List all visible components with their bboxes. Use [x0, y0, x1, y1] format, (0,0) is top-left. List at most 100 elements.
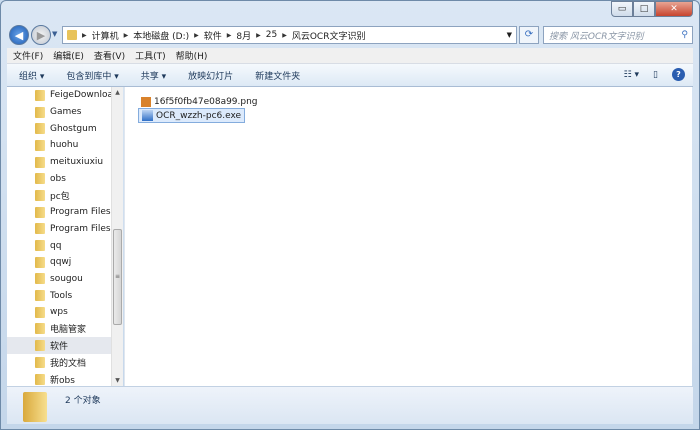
- navigation-pane: FeigeDownloa Games Ghostgum huohu meituxiuxi…: [7, 87, 123, 386]
- search-placeholder: 搜索 风云OCR文字识别: [549, 31, 644, 42]
- file-list: 16f5f0fb47e08a99.png OCR_wzzh-pc6.exe: [124, 87, 692, 386]
- nav-item-label: qq: [50, 240, 62, 251]
- folder-icon: [35, 340, 45, 352]
- file-item-png[interactable]: 16f5f0fb47e08a99.png: [138, 94, 261, 109]
- chevron-right-icon[interactable]: ▶: [194, 32, 199, 39]
- folder-icon: [35, 356, 45, 368]
- help-icon[interactable]: ?: [672, 68, 685, 81]
- nav-item-label: pc包: [50, 191, 70, 202]
- file-name: 16f5f0fb47e08a99.png: [154, 96, 258, 107]
- back-button[interactable]: ◀: [9, 25, 29, 45]
- minimize-button[interactable]: ▭: [611, 1, 633, 17]
- chevron-right-icon[interactable]: ▶: [82, 32, 87, 39]
- details-pane: 2 个对象: [7, 386, 693, 424]
- address-bar-row: ◀ ▶ ▼ ▶ 计算机 ▶ 本地磁盘 (D:) ▶ 软件 ▶ 8月 ▶ 25 ▶…: [7, 25, 693, 45]
- nav-item-label: wps: [50, 307, 68, 318]
- folder-icon: [35, 256, 45, 268]
- folder-icon: [35, 273, 45, 285]
- organize-button[interactable]: 组织 ▾: [19, 69, 44, 82]
- view-options-icon[interactable]: ☷ ▾: [624, 70, 639, 80]
- folder-icon: [23, 392, 47, 422]
- folder-icon: [67, 30, 77, 40]
- nav-item[interactable]: 电脑管家: [7, 321, 123, 338]
- breadcrumb-computer[interactable]: 计算机: [92, 29, 119, 42]
- search-input[interactable]: 搜索 风云OCR文字识别 ⚲: [543, 26, 693, 44]
- file-item-exe[interactable]: OCR_wzzh-pc6.exe: [138, 108, 246, 123]
- folder-icon: [35, 139, 45, 151]
- folder-icon: [35, 223, 45, 235]
- window-controls: ▭ □ ✕: [611, 1, 693, 17]
- nav-item-label: sougou: [50, 273, 83, 284]
- nav-item[interactable]: obs: [7, 170, 123, 187]
- nav-item[interactable]: Games: [7, 104, 123, 121]
- menu-edit[interactable]: 编辑(E): [53, 49, 84, 62]
- menu-view[interactable]: 查看(V): [94, 49, 125, 62]
- nav-item-label: obs: [50, 173, 66, 184]
- breadcrumb-drive[interactable]: 本地磁盘 (D:): [133, 29, 189, 42]
- nav-item[interactable]: wps: [7, 304, 123, 321]
- maximize-button[interactable]: □: [633, 1, 655, 17]
- refresh-button[interactable]: ⟳: [519, 26, 539, 44]
- nav-item[interactable]: 新obs: [7, 371, 123, 386]
- close-button[interactable]: ✕: [655, 1, 693, 17]
- nav-item-label: 软件: [50, 342, 69, 353]
- nav-item[interactable]: meituxiuxiu: [7, 154, 123, 171]
- folder-icon: [35, 323, 45, 335]
- chevron-right-icon[interactable]: ▶: [282, 32, 287, 39]
- breadcrumb-current[interactable]: 风云OCR文字识别: [292, 29, 366, 42]
- nav-item[interactable]: FeigeDownloa: [7, 87, 123, 104]
- share-button[interactable]: 共享 ▾: [141, 69, 166, 82]
- nav-item-label: 我的文档: [50, 358, 87, 369]
- scroll-up-icon[interactable]: ▲: [112, 89, 123, 96]
- forward-button[interactable]: ▶: [31, 25, 51, 45]
- file-name: OCR_wzzh-pc6.exe: [156, 110, 242, 121]
- nav-item[interactable]: Program Files: [7, 221, 123, 238]
- chevron-right-icon[interactable]: ▶: [256, 32, 261, 39]
- chevron-right-icon[interactable]: ▶: [227, 32, 232, 39]
- nav-item[interactable]: Program Files: [7, 204, 123, 221]
- menu-bar: 文件(F) 编辑(E) 查看(V) 工具(T) 帮助(H): [7, 48, 693, 64]
- nav-item[interactable]: qqwj: [7, 254, 123, 271]
- folder-icon: [35, 89, 45, 101]
- address-dropdown-icon[interactable]: ▼: [507, 31, 512, 39]
- breadcrumb-25[interactable]: 25: [266, 30, 277, 40]
- breadcrumb-august[interactable]: 8月: [236, 29, 251, 42]
- slideshow-button[interactable]: 放映幻灯片: [188, 69, 233, 82]
- scroll-down-icon[interactable]: ▼: [112, 377, 123, 384]
- folder-icon: [35, 189, 45, 201]
- preview-pane-icon[interactable]: ▯: [653, 70, 658, 80]
- scroll-thumb[interactable]: ≡: [113, 229, 122, 325]
- nav-item-label: Program Files: [50, 223, 111, 234]
- folder-icon: [35, 106, 45, 118]
- folder-icon: [35, 306, 45, 318]
- address-bar[interactable]: ▶ 计算机 ▶ 本地磁盘 (D:) ▶ 软件 ▶ 8月 ▶ 25 ▶ 风云OCR…: [62, 26, 517, 44]
- image-file-icon: [141, 96, 151, 107]
- folder-icon: [35, 373, 45, 385]
- nav-item-label: 新obs: [50, 375, 75, 386]
- search-icon[interactable]: ⚲: [681, 30, 688, 40]
- nav-item[interactable]: 我的文档: [7, 354, 123, 371]
- include-in-library-button[interactable]: 包含到库中 ▾: [66, 69, 118, 82]
- new-folder-button[interactable]: 新建文件夹: [255, 69, 300, 82]
- nav-item[interactable]: qq: [7, 237, 123, 254]
- nav-item-label: Program Files: [50, 207, 111, 218]
- menu-tools[interactable]: 工具(T): [135, 49, 166, 62]
- breadcrumb-software[interactable]: 软件: [204, 29, 222, 42]
- nav-item[interactable]: Ghostgum: [7, 120, 123, 137]
- nav-item[interactable]: pc包: [7, 187, 123, 204]
- nav-item-label: 电脑管家: [50, 325, 87, 336]
- nav-item-label: Tools: [50, 290, 73, 301]
- nav-item-label: Games: [50, 107, 82, 118]
- nav-item[interactable]: 软件: [7, 337, 123, 354]
- chevron-right-icon[interactable]: ▶: [124, 32, 129, 39]
- folder-icon: [35, 123, 45, 135]
- menu-help[interactable]: 帮助(H): [176, 49, 208, 62]
- nav-scrollbar[interactable]: ▲ ≡ ▼: [111, 87, 123, 386]
- nav-item[interactable]: sougou: [7, 271, 123, 288]
- explorer-window: ▭ □ ✕ ◀ ▶ ▼ ▶ 计算机 ▶ 本地磁盘 (D:) ▶ 软件 ▶ 8月 …: [0, 0, 700, 430]
- nav-item[interactable]: Tools: [7, 287, 123, 304]
- recent-pages-dropdown[interactable]: ▼: [52, 30, 57, 38]
- menu-file[interactable]: 文件(F): [13, 49, 43, 62]
- nav-item[interactable]: huohu: [7, 137, 123, 154]
- nav-item-label: FeigeDownloa: [50, 90, 113, 101]
